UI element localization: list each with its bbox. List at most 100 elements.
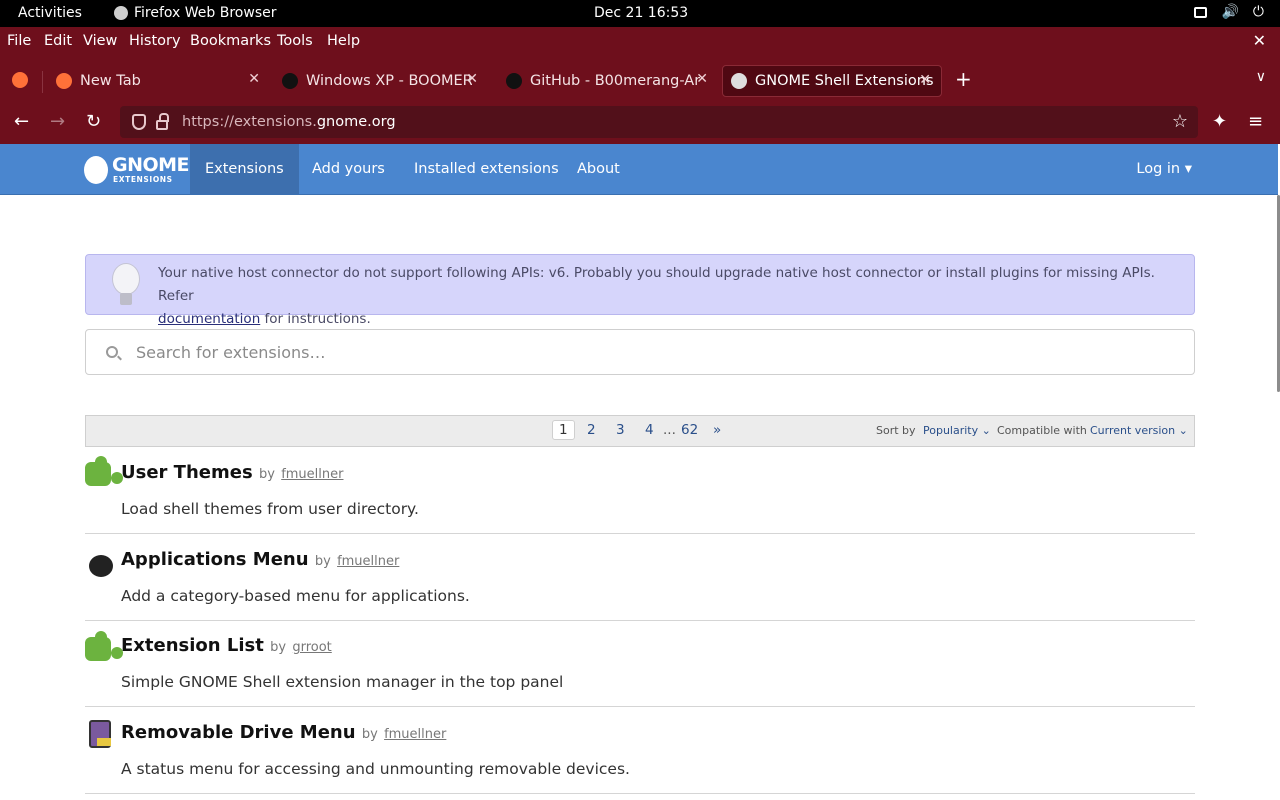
extension-title: User Themes by fmuellner [121, 462, 343, 483]
nav-add-yours[interactable]: Add yours [312, 161, 385, 177]
firefox-view-icon[interactable] [12, 72, 28, 88]
menu-bar: File Edit View History Bookmarks Tools H… [0, 27, 1280, 57]
connector-warning: Your native host connector do not suppor… [85, 254, 1195, 327]
extension-item: Extension List by grroot Simple GNOME Sh… [85, 631, 1195, 707]
pagination-bar: 1 2 3 4 ... 62 » Sort by Popularity ⌄ Co… [85, 415, 1195, 447]
url-bar[interactable]: https://extensions.gnome.org ☆ [120, 106, 1198, 138]
tab-gnome-extensions[interactable]: GNOME Shell Extensions ✕ [722, 65, 942, 97]
drive-icon[interactable] [89, 720, 111, 748]
tab-bar: New Tab ✕ Windows XP - BOOMERA ✕ GitHub … [0, 57, 1280, 101]
menu-help[interactable]: Help [327, 33, 360, 49]
gnome-extension-icon[interactable]: ✦ [1212, 111, 1227, 132]
site-header: GNOME EXTENSIONS Extensions Add yours In… [0, 144, 1278, 195]
extension-name-link[interactable]: User Themes [121, 462, 253, 483]
page-3[interactable]: 3 [616, 422, 625, 438]
system-tray[interactable]: 🔊 ⏻ [1194, 4, 1264, 20]
close-tab-icon[interactable]: ✕ [919, 72, 931, 88]
login-dropdown[interactable]: Log in ▾ [1136, 161, 1192, 177]
volume-icon: 🔊 [1221, 4, 1239, 20]
tab-github[interactable]: GitHub - B00merang-Arti ✕ [498, 65, 718, 97]
new-tab-icon[interactable]: + [955, 67, 972, 91]
nav-extensions[interactable]: Extensions [190, 144, 299, 194]
by-label: by [258, 467, 275, 482]
menu-tools[interactable]: Tools [277, 33, 313, 49]
nav-about[interactable]: About [577, 161, 620, 177]
url-text[interactable]: https://extensions.gnome.org [182, 114, 396, 130]
power-icon: ⏻ [1252, 4, 1264, 20]
app-name: Firefox Web Browser [134, 5, 277, 21]
url-domain: gnome.org [316, 114, 396, 130]
lightbulb-icon [112, 263, 140, 295]
close-tab-icon[interactable]: ✕ [466, 71, 478, 87]
warning-suffix: for instructions. [260, 311, 371, 327]
menu-edit[interactable]: Edit [44, 33, 72, 49]
by-label: by [361, 727, 378, 742]
extension-name-link[interactable]: Extension List [121, 635, 264, 656]
warning-message: Your native host connector do not suppor… [158, 265, 1155, 304]
close-tab-icon[interactable]: ✕ [248, 71, 260, 87]
sort-by-dropdown[interactable]: Popularity ⌄ [923, 424, 991, 437]
lock-icon[interactable] [156, 113, 169, 130]
activities-button[interactable]: Activities [18, 5, 82, 21]
forward-arrow-icon[interactable]: → [50, 111, 65, 132]
author-link[interactable]: fmuellner [384, 727, 446, 742]
extension-title: Removable Drive Menu by fmuellner [121, 722, 446, 743]
firefox-favicon-icon [56, 73, 72, 89]
logo-word: GNOME [112, 154, 190, 176]
page-62[interactable]: 62 [681, 422, 698, 438]
by-label: by [314, 554, 331, 569]
documentation-link[interactable]: documentation [158, 311, 260, 327]
tracking-shield-icon[interactable] [132, 114, 146, 130]
menu-bookmarks[interactable]: Bookmarks [190, 33, 271, 49]
extension-title: Applications Menu by fmuellner [121, 549, 399, 570]
puzzle-icon[interactable] [85, 631, 123, 661]
gnome-top-bar: Activities Firefox Web Browser Dec 21 16… [0, 0, 1280, 27]
reload-icon[interactable]: ↻ [86, 111, 101, 132]
tab-new-tab[interactable]: New Tab ✕ [48, 65, 270, 97]
menu-view[interactable]: View [83, 33, 117, 49]
author-link[interactable]: grroot [292, 640, 331, 655]
tab-list-chevron-icon[interactable]: ∨ [1256, 69, 1266, 85]
menu-file[interactable]: File [7, 33, 31, 49]
gnome-extensions-logo[interactable]: GNOME EXTENSIONS [84, 152, 190, 188]
page-1[interactable]: 1 [552, 420, 575, 440]
navigation-toolbar: ← → ↻ https://extensions.gnome.org ☆ ✦ ≡ [0, 101, 1280, 144]
hamburger-menu-icon[interactable]: ≡ [1248, 111, 1263, 132]
next-page[interactable]: » [713, 422, 721, 438]
by-label: by [270, 640, 287, 655]
close-window-icon[interactable]: ✕ [1253, 31, 1266, 50]
lightbulb-base [120, 293, 132, 305]
bookmark-star-icon[interactable]: ☆ [1172, 111, 1188, 132]
url-prefix: https://extensions. [182, 114, 317, 130]
firefox-icon [114, 6, 128, 20]
extension-item: Removable Drive Menu by fmuellner A stat… [85, 718, 1195, 794]
tab-title: Windows XP - BOOMERA [306, 73, 472, 89]
extension-name-link[interactable]: Removable Drive Menu [121, 722, 356, 743]
author-link[interactable]: fmuellner [281, 467, 343, 482]
search-box [85, 329, 1195, 375]
extension-description: A status menu for accessing and unmounti… [121, 760, 630, 778]
page-2[interactable]: 2 [587, 422, 596, 438]
extension-name-link[interactable]: Applications Menu [121, 549, 309, 570]
author-link[interactable]: fmuellner [337, 554, 399, 569]
page-4[interactable]: 4 [645, 422, 654, 438]
logo-subtitle: EXTENSIONS [113, 175, 173, 184]
app-menu[interactable]: Firefox Web Browser [114, 5, 277, 21]
extension-description: Load shell themes from user directory. [121, 500, 419, 518]
clock[interactable]: Dec 21 16:53 [594, 5, 688, 21]
puzzle-icon[interactable] [85, 456, 123, 486]
tab-windows-xp[interactable]: Windows XP - BOOMERA ✕ [274, 65, 488, 97]
tab-title: GNOME Shell Extensions [755, 73, 934, 89]
compatible-with-dropdown[interactable]: Current version ⌄ [1090, 424, 1188, 437]
close-tab-icon[interactable]: ✕ [696, 71, 708, 87]
tab-separator [42, 71, 43, 93]
search-input[interactable] [136, 342, 1136, 362]
gnome-foot-icon[interactable] [85, 545, 117, 577]
warning-text: Your native host connector do not suppor… [158, 262, 1178, 331]
back-arrow-icon[interactable]: ← [14, 111, 29, 132]
extension-description: Add a category-based menu for applicatio… [121, 587, 470, 605]
nav-installed-extensions[interactable]: Installed extensions [414, 161, 559, 177]
menu-history[interactable]: History [129, 33, 181, 49]
search-icon [106, 346, 118, 358]
boomerang-favicon-icon [282, 73, 298, 89]
